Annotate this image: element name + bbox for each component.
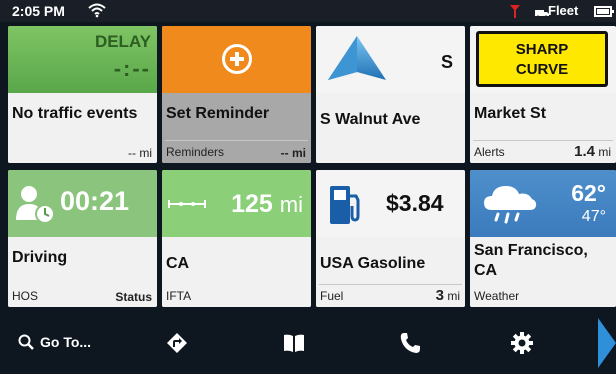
battery-icon — [594, 6, 614, 17]
alert-distance: 1.4 mi — [574, 143, 611, 160]
reminder-distance: -- mi — [280, 146, 306, 160]
delay-label: DELAY — [94, 32, 151, 51]
alert-distance-value: 1.4 — [574, 143, 595, 160]
fleet-icon — [535, 10, 549, 18]
reminder-tile[interactable]: Set Reminder Reminders -- mi — [162, 26, 311, 163]
hos-status: Status — [115, 290, 152, 304]
fuel-pump-icon — [330, 186, 360, 224]
fuel-price: $3.84 — [386, 190, 444, 216]
weather-label: Weather — [474, 289, 520, 303]
divider — [473, 140, 613, 141]
alert-distance-unit: mi — [598, 145, 611, 159]
divider — [319, 284, 462, 285]
sign-line-1: SHARP — [515, 41, 569, 58]
driver-clock-icon — [16, 186, 55, 224]
temperature-low: 47° — [581, 208, 606, 225]
compass-heading: S — [440, 52, 453, 72]
route-icon[interactable] — [165, 331, 189, 355]
ifta-distance-unit: mi — [279, 192, 303, 217]
fuel-label: Fuel — [320, 289, 344, 303]
navigation-arrow-icon — [328, 36, 386, 80]
chevron-right-icon[interactable] — [598, 318, 616, 368]
distance-ruler-icon — [168, 200, 206, 208]
search-icon — [18, 334, 34, 350]
street-name: S Walnut Ave — [320, 111, 421, 128]
fuel-distance: 3 mi — [436, 287, 460, 304]
temperature-high: 62° — [571, 180, 606, 206]
ifta-title: CA — [166, 255, 190, 272]
traffic-tile-header: DELAY -:-- — [8, 26, 157, 93]
fuel-title: USA Gasoline — [320, 255, 426, 272]
hos-title: Driving — [12, 249, 68, 266]
traffic-title: No traffic events — [12, 105, 138, 122]
weather-location: San Francisco, CA — [474, 242, 588, 279]
book-icon[interactable] — [282, 331, 306, 355]
plus-circle-icon — [222, 44, 252, 74]
ifta-distance: 125 mi — [231, 190, 303, 219]
delay-value: -:-- — [113, 56, 151, 81]
navigation-tile[interactable]: S S Walnut Ave — [316, 26, 465, 163]
alert-title: Market St — [474, 105, 547, 122]
reminder-title: Set Reminder — [166, 105, 270, 122]
wifi-icon — [88, 3, 106, 18]
alert-label: Alerts — [474, 145, 505, 159]
divider — [165, 140, 308, 141]
weather-tile[interactable]: 62° 47° San Francisco, CA Weather — [470, 170, 616, 307]
ifta-tile[interactable]: 125 mi CA IFTA — [162, 170, 311, 307]
bottom-nav-bar: Go To... — [0, 310, 616, 374]
status-bar: 2:05 PM Fleet — [0, 0, 616, 22]
fuel-tile[interactable]: $3.84 USA Gasoline Fuel 3 mi — [316, 170, 465, 307]
hos-tile[interactable]: 00:21 Driving HOS Status — [8, 170, 157, 307]
traffic-tile[interactable]: DELAY -:-- No traffic events -- mi — [8, 26, 157, 163]
gear-icon[interactable] — [510, 331, 534, 355]
fuel-distance-unit: mi — [447, 289, 460, 303]
fleet-label: Fleet — [548, 3, 579, 18]
signal-icon — [510, 5, 520, 18]
ifta-label: IFTA — [166, 289, 192, 303]
go-to-label: Go To... — [40, 334, 92, 350]
reminder-label: Reminders — [166, 145, 225, 159]
status-time: 2:05 PM — [12, 3, 65, 19]
alert-tile[interactable]: SHARP CURVE Market St Alerts 1.4 mi — [470, 26, 616, 163]
hos-label: HOS — [12, 289, 39, 303]
driving-time: 00:21 — [60, 186, 130, 216]
phone-icon[interactable] — [398, 331, 422, 355]
sign-line-2: CURVE — [515, 61, 569, 78]
ifta-distance-value: 125 — [231, 190, 273, 218]
sharp-curve-sign: SHARP CURVE — [476, 31, 608, 87]
fuel-distance-value: 3 — [435, 287, 444, 304]
rain-cloud-icon — [484, 186, 537, 224]
traffic-distance: -- mi — [128, 146, 152, 160]
